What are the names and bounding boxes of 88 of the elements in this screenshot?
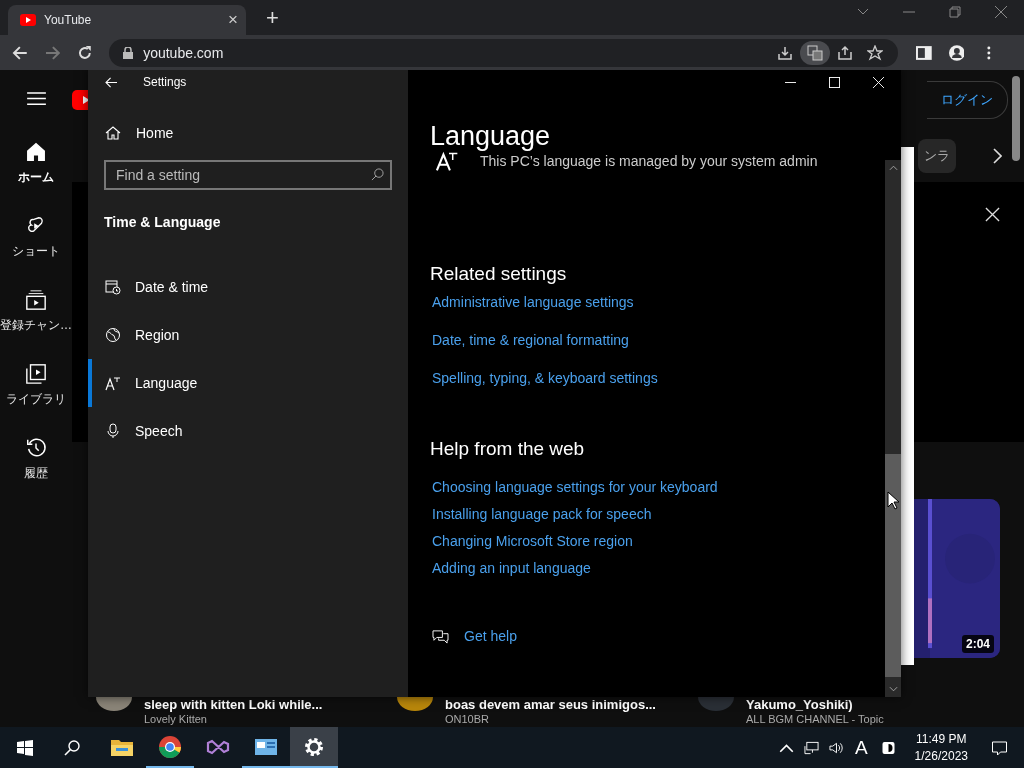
- address-text: youtube.com: [143, 44, 224, 61]
- download-icon[interactable]: [776, 44, 793, 61]
- nav-item[interactable]: Speech: [88, 407, 408, 455]
- nav-icon: [105, 423, 121, 439]
- nav-icon: [105, 279, 121, 295]
- taskbar-app[interactable]: [290, 727, 338, 768]
- settings-link[interactable]: Administrative language settings: [432, 294, 658, 311]
- nav-icon: [105, 327, 121, 343]
- scrollbar[interactable]: [885, 160, 901, 697]
- admin-notice: This PC’s language is managed by your system admin: [480, 153, 818, 169]
- sidebar-item[interactable]: ライブラリ: [0, 363, 72, 437]
- sidebar-item[interactable]: 登録チャン…: [0, 289, 72, 363]
- help-link[interactable]: Changing Microsoft Store region: [432, 533, 718, 550]
- star-icon[interactable]: [866, 44, 883, 61]
- translate-icon: [806, 44, 823, 61]
- settings-link[interactable]: Date, time & regional formatting: [432, 332, 658, 349]
- duration-label: 2:04: [961, 635, 994, 653]
- category-chip[interactable]: ンラ: [918, 139, 956, 173]
- channel-name[interactable]: ON10BR: [445, 713, 656, 726]
- nav-icon: [105, 375, 121, 391]
- scroll-down-icon[interactable]: [888, 686, 898, 692]
- date-text: 1/26/2023: [914, 749, 968, 763]
- tab-title: YouTube: [44, 13, 93, 27]
- share-icon[interactable]: [836, 44, 853, 61]
- back-arrow-icon[interactable]: [12, 44, 28, 61]
- chevron-right-icon[interactable]: [992, 148, 1002, 164]
- browser-tab[interactable]: YouTube ×: [8, 5, 246, 35]
- clock[interactable]: 11:49 PM 1/26/2023: [914, 732, 968, 763]
- window-title: Settings: [143, 75, 187, 89]
- cursor-icon: [887, 491, 899, 510]
- maximize-icon[interactable]: [829, 76, 840, 88]
- nav-item[interactable]: Date & time: [88, 263, 408, 311]
- scrollbar-thumb[interactable]: [1012, 76, 1020, 161]
- play-logo-icon: [72, 90, 88, 110]
- profile-icon[interactable]: [948, 44, 965, 61]
- search-icon: [371, 168, 384, 181]
- app-icon: [158, 734, 182, 759]
- close-tab-button[interactable]: ×: [228, 10, 238, 30]
- home-icon: [105, 125, 121, 141]
- nav-item[interactable]: Region: [88, 311, 408, 359]
- nav-icon: [25, 141, 47, 163]
- section-heading: Related settings: [430, 263, 567, 285]
- menu-icon[interactable]: [26, 91, 46, 106]
- help-link[interactable]: Installing language pack for speech: [432, 506, 718, 523]
- channel-name[interactable]: Lovely Kitten: [144, 713, 323, 726]
- get-help-link[interactable]: Get help: [464, 628, 517, 645]
- restore-icon[interactable]: [949, 5, 961, 18]
- channel-name[interactable]: ALL BGM CHANNEL - Topic: [746, 713, 884, 726]
- time-text: 11:49 PM: [916, 732, 967, 746]
- nav-icon: [25, 289, 47, 311]
- scroll-up-icon[interactable]: [888, 165, 898, 171]
- section-heading: Help from the web: [430, 438, 585, 460]
- nav-icon: [25, 363, 47, 385]
- sidebar-item[interactable]: ホーム: [0, 141, 72, 215]
- video-title[interactable]: sleep with kitten Loki while...: [144, 697, 323, 712]
- address-bar[interactable]: youtube.com: [109, 38, 898, 67]
- play-logo-icon: [20, 14, 36, 26]
- input-indicator[interactable]: A: [854, 736, 868, 759]
- sidebar-item[interactable]: ショート: [0, 215, 72, 289]
- translate-button[interactable]: [799, 40, 830, 65]
- scrollbar-thumb[interactable]: [885, 454, 901, 677]
- network-icon[interactable]: [803, 740, 819, 755]
- windows-logo-icon[interactable]: [17, 739, 33, 756]
- nav-icon: [25, 437, 47, 459]
- video-title[interactable]: Yakumo_Yoshiki): [746, 697, 884, 712]
- side-panel-icon[interactable]: [915, 44, 932, 61]
- notification-icon[interactable]: [991, 739, 1008, 756]
- chat-bubbles-icon: [432, 629, 449, 644]
- login-button[interactable]: ログイン: [927, 81, 1008, 119]
- speaker-icon[interactable]: [828, 740, 844, 755]
- lock-icon: [123, 46, 134, 59]
- half-moon-icon[interactable]: [880, 740, 896, 755]
- help-link[interactable]: Choosing language settings for your keyboard: [432, 479, 718, 496]
- new-tab-button[interactable]: +: [266, 5, 279, 31]
- settings-link[interactable]: Spelling, typing, & keyboard settings: [432, 370, 658, 387]
- page-title: Language: [430, 120, 551, 152]
- section-heading: Time & Language: [103, 214, 222, 230]
- home-nav-item[interactable]: Home: [88, 121, 408, 145]
- search-icon[interactable]: [64, 739, 80, 756]
- sidebar-item[interactable]: 履歴: [0, 437, 72, 511]
- search-field[interactable]: Find a setting: [104, 160, 392, 190]
- reload-icon[interactable]: [77, 44, 94, 61]
- forward-arrow-icon[interactable]: [44, 44, 61, 61]
- channel-avatar[interactable]: [96, 697, 132, 711]
- channel-avatar[interactable]: [397, 697, 433, 711]
- video-title[interactable]: boas devem amar seus inimigos...: [445, 697, 656, 712]
- help-link[interactable]: Adding an input language: [432, 560, 718, 577]
- nav-item[interactable]: Language: [88, 359, 408, 407]
